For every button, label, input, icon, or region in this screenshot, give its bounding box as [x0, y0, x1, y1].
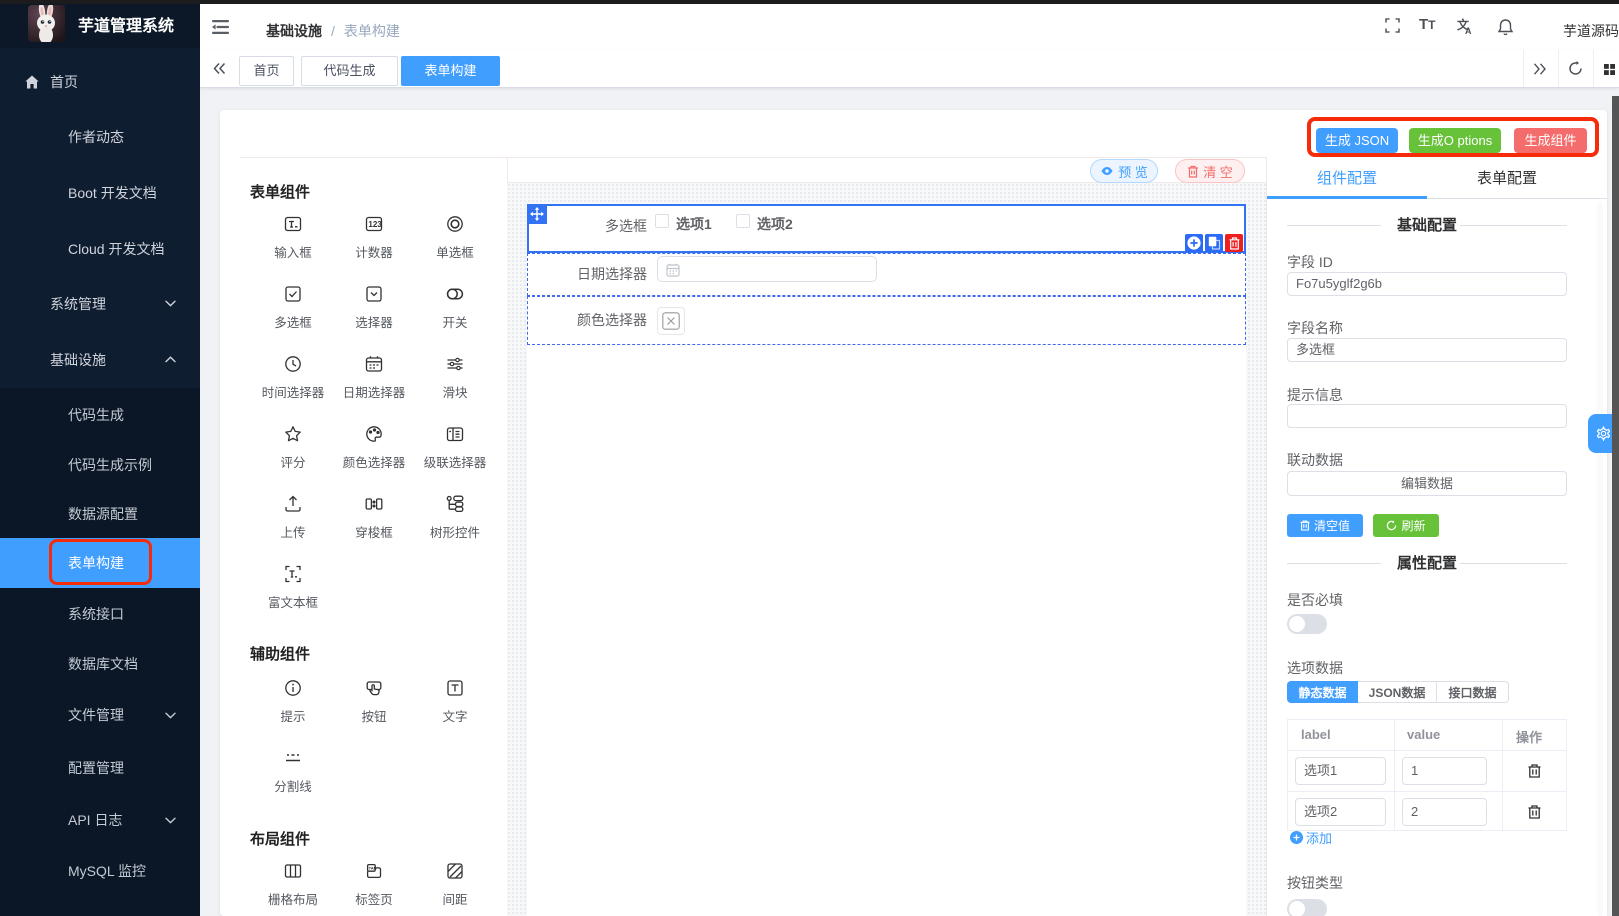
svg-text:A: A	[1465, 26, 1472, 35]
svg-text:123: 123	[368, 220, 382, 229]
